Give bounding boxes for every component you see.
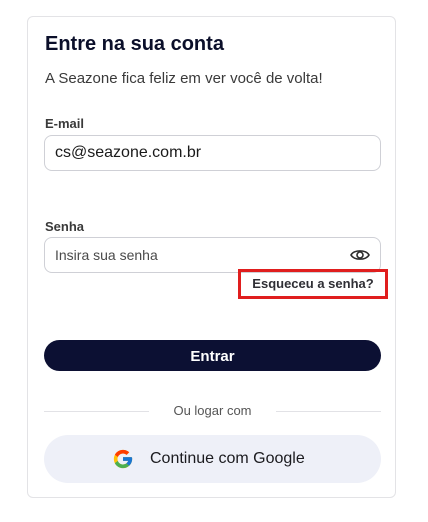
email-field[interactable]: cs@seazone.com.br [44, 135, 381, 171]
login-title: Entre na sua conta [45, 33, 224, 55]
google-login-label: Continue com Google [150, 450, 305, 467]
divider: Ou logar com [44, 403, 381, 419]
login-subtitle: A Seazone fica feliz em ver você de volt… [45, 70, 323, 87]
submit-button[interactable]: Entrar [44, 340, 381, 371]
email-value: cs@seazone.com.br [55, 144, 202, 161]
eye-icon[interactable] [350, 246, 370, 264]
login-card: Entre na sua conta A Seazone fica feliz … [27, 16, 396, 498]
divider-line-right [276, 411, 381, 412]
password-placeholder: Insira sua senha [55, 247, 158, 263]
google-login-button[interactable]: Continue com Google [44, 435, 381, 483]
password-field[interactable]: Insira sua senha [44, 237, 381, 273]
password-label: Senha [45, 219, 85, 234]
google-icon [112, 448, 134, 470]
forgot-password-link[interactable]: Esqueceu a senha? [238, 269, 388, 299]
email-label: E-mail [45, 116, 85, 131]
